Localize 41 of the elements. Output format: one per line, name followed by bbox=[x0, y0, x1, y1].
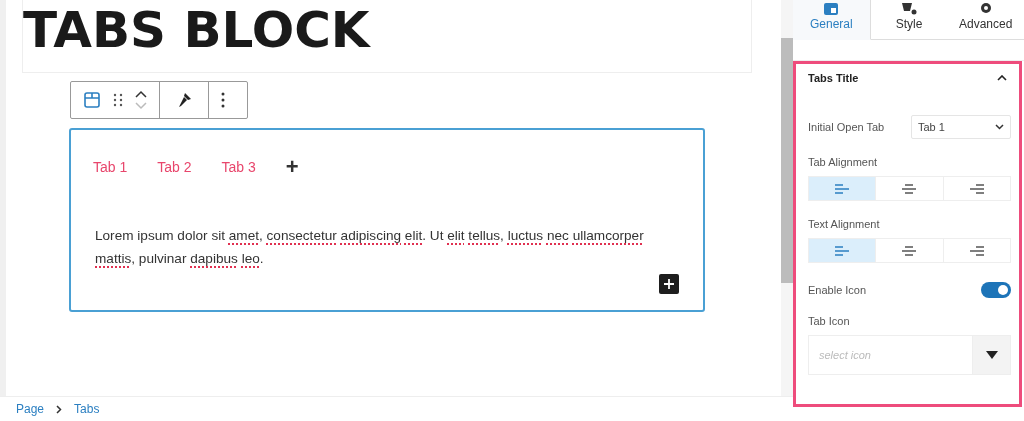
add-tab-button[interactable]: + bbox=[285, 156, 299, 178]
move-up-icon[interactable] bbox=[135, 90, 147, 98]
scrollbar-thumb[interactable] bbox=[781, 38, 793, 283]
gear-icon bbox=[978, 3, 993, 15]
align-left-button[interactable] bbox=[809, 177, 877, 200]
align-right-icon bbox=[969, 183, 984, 194]
dropdown-button[interactable] bbox=[972, 335, 1011, 375]
field-label: Enable Icon bbox=[808, 284, 867, 296]
breadcrumb-link[interactable]: Page bbox=[16, 402, 45, 416]
tabs-block-icon[interactable] bbox=[83, 91, 101, 109]
layout-icon bbox=[824, 3, 839, 15]
align-left-button[interactable] bbox=[809, 239, 877, 262]
align-center-icon bbox=[902, 245, 917, 256]
icon-select-field[interactable]: select icon bbox=[808, 335, 972, 375]
breadcrumb-link[interactable]: Tabs bbox=[74, 402, 100, 416]
chevron-right-icon bbox=[56, 404, 63, 414]
align-left-icon bbox=[835, 245, 850, 256]
align-right-icon bbox=[969, 245, 984, 256]
drag-handle-icon[interactable] bbox=[113, 93, 123, 107]
sidebar-tab[interactable]: Style bbox=[870, 0, 948, 40]
field-label: Text Alignment bbox=[808, 218, 881, 230]
field-label: Tab Icon bbox=[808, 315, 851, 327]
add-block-icon[interactable] bbox=[659, 274, 679, 294]
field-label: Initial Open Tab bbox=[808, 121, 885, 133]
tab-title[interactable]: Tab 3 bbox=[221, 159, 256, 175]
more-options-icon[interactable] bbox=[221, 92, 225, 108]
panel-title[interactable]: Tabs Title bbox=[808, 72, 859, 84]
caret-down-icon bbox=[985, 351, 998, 359]
tab-select[interactable]: Tab 1 bbox=[911, 115, 1011, 139]
align-center-icon bbox=[902, 183, 917, 194]
tab-title[interactable]: Tab 2 bbox=[157, 159, 192, 175]
sidebar-tab[interactable]: Advanced bbox=[947, 0, 1024, 40]
enable-icon-toggle[interactable] bbox=[981, 282, 1011, 298]
sidebar-tab[interactable]: General bbox=[793, 0, 871, 40]
tab-title[interactable]: Tab 1 bbox=[93, 159, 128, 175]
paint-bucket-icon bbox=[901, 3, 917, 15]
tab-content-text[interactable]: Lorem ipsum dolor sit amet, consectetur adipiscing elit. Ut elit tellus, luctus nec ullamcorper mattis, pulvinar dapibus leo. bbox=[95, 224, 683, 270]
align-left-icon bbox=[835, 183, 850, 194]
chevron-down-icon bbox=[995, 124, 1004, 130]
field-label: Tab Alignment bbox=[808, 156, 879, 168]
collapse-chevron-icon[interactable] bbox=[997, 75, 1007, 81]
